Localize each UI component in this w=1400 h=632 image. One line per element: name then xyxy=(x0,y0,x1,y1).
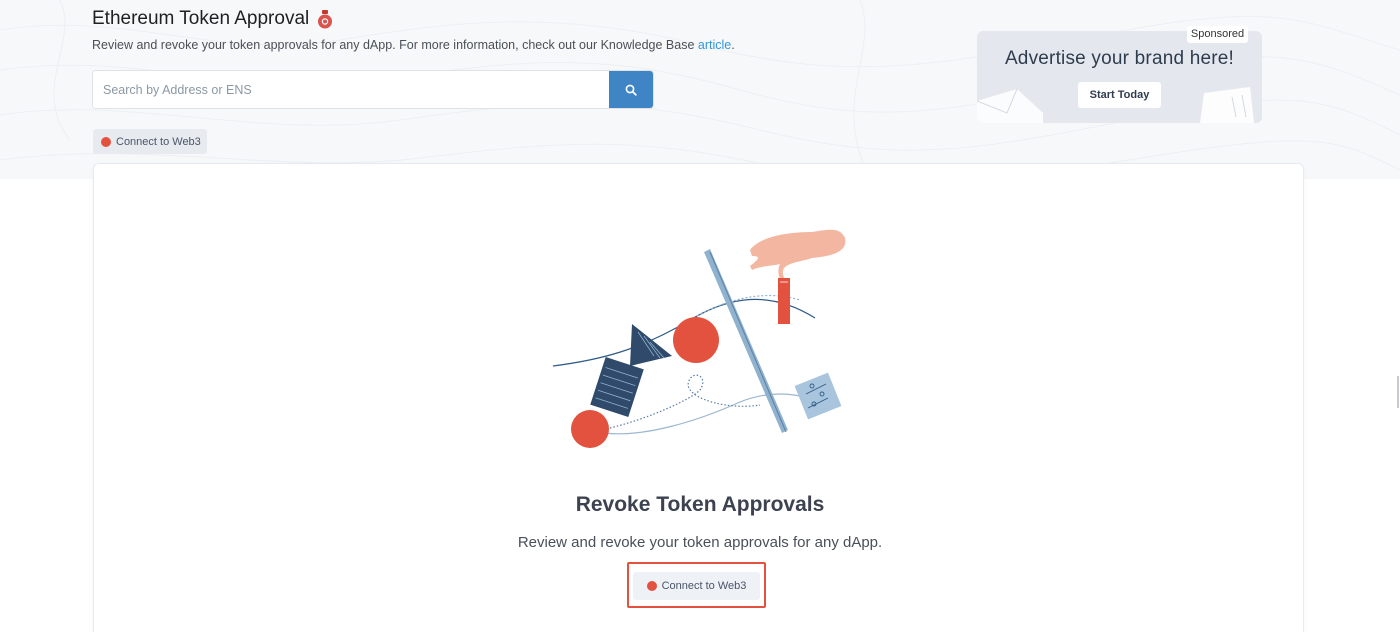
red-dot-icon xyxy=(646,581,657,591)
connect-web3-button-header[interactable]: Connect to Web3 xyxy=(93,129,207,154)
red-dot-icon xyxy=(101,136,111,147)
subtitle-text: Review and revoke your token approvals f… xyxy=(92,38,695,52)
subtitle-end: . xyxy=(731,38,735,52)
scrollbar[interactable] xyxy=(1397,376,1399,408)
page-subtitle: Review and revoke your token approvals f… xyxy=(92,38,735,52)
card-subtitle: Review and revoke your token approvals f… xyxy=(517,534,883,551)
search-icon xyxy=(625,84,637,96)
connect-web3-label: Connect to Web3 xyxy=(116,135,201,148)
token-bag-icon xyxy=(318,10,333,29)
sponsored-badge: Sponsored xyxy=(1187,26,1248,43)
revoke-illustration xyxy=(552,229,846,448)
card-title: Revoke Token Approvals xyxy=(575,493,825,516)
search-input[interactable] xyxy=(93,71,609,108)
page-title: Ethereum Token Approval xyxy=(92,8,333,30)
cup-decoration xyxy=(1200,87,1254,123)
knowledge-base-article-link[interactable]: article xyxy=(698,38,731,52)
connect-web3-main-label: Connect to Web3 xyxy=(661,580,747,592)
page-title-text: Ethereum Token Approval xyxy=(92,8,310,29)
connect-web3-button-main[interactable]: Connect to Web3 xyxy=(633,572,760,600)
envelope-decoration xyxy=(977,88,1043,123)
ad-banner[interactable]: Advertise your brand here! xyxy=(977,31,1262,123)
ad-headline: Advertise your brand here! xyxy=(1004,48,1235,69)
search-button[interactable] xyxy=(609,71,653,108)
start-today-button[interactable]: Start Today xyxy=(1078,82,1161,108)
search-bar xyxy=(92,70,654,109)
